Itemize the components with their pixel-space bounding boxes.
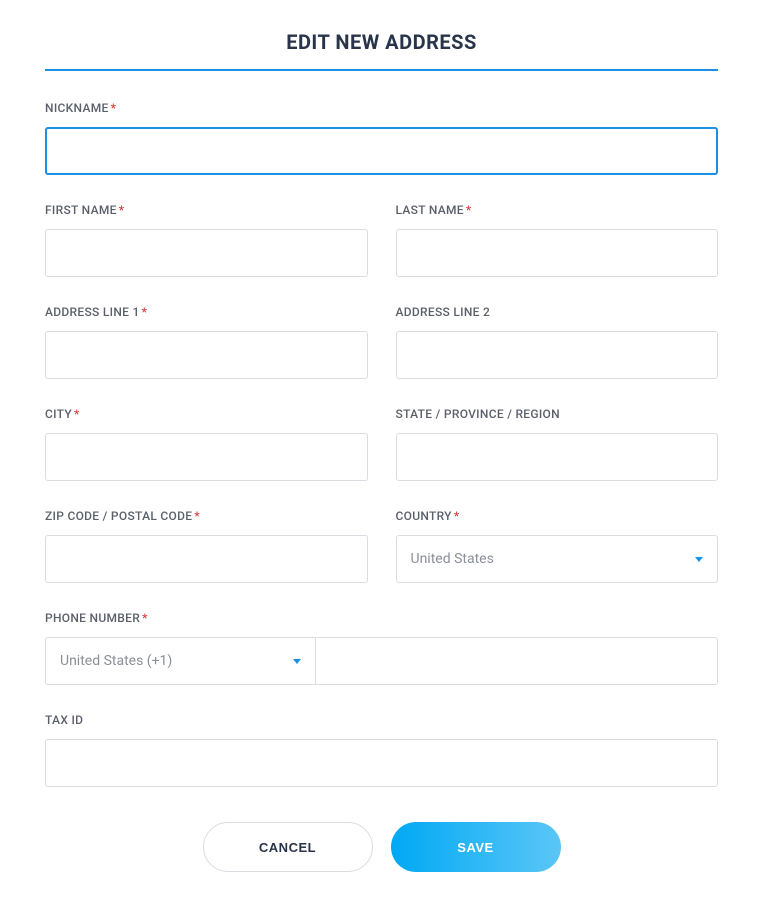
zip-label-text: ZIP CODE / POSTAL CODE	[45, 509, 192, 523]
state-group: STATE / PROVINCE / REGION	[396, 407, 719, 481]
phone-label: PHONE NUMBER*	[45, 611, 718, 625]
required-star: *	[111, 101, 117, 115]
country-label-text: COUNTRY	[396, 509, 452, 523]
country-label: COUNTRY*	[396, 509, 719, 523]
country-select[interactable]: United States	[396, 535, 719, 583]
first-name-label-text: FIRST NAME	[45, 203, 117, 217]
required-star: *	[142, 611, 148, 625]
zip-group: ZIP CODE / POSTAL CODE*	[45, 509, 368, 583]
save-button[interactable]: SAVE	[391, 822, 561, 872]
address1-label-text: ADDRESS LINE 1	[45, 305, 140, 319]
country-group: COUNTRY* United States	[396, 509, 719, 583]
chevron-down-icon	[293, 659, 301, 664]
phone-label-text: PHONE NUMBER	[45, 611, 140, 625]
zip-input[interactable]	[45, 535, 368, 583]
state-label: STATE / PROVINCE / REGION	[396, 407, 719, 421]
last-name-label-text: LAST NAME	[396, 203, 464, 217]
button-row: CANCEL SAVE	[45, 822, 718, 872]
first-name-input[interactable]	[45, 229, 368, 277]
address2-label: ADDRESS LINE 2	[396, 305, 719, 319]
phone-code-select[interactable]: United States (+1)	[45, 637, 315, 685]
cancel-button[interactable]: CANCEL	[203, 822, 373, 872]
phone-input[interactable]	[315, 637, 718, 685]
last-name-input[interactable]	[396, 229, 719, 277]
tax-id-label-text: TAX ID	[45, 713, 83, 727]
zip-label: ZIP CODE / POSTAL CODE*	[45, 509, 368, 523]
nickname-label-text: NICKNAME	[45, 101, 109, 115]
last-name-label: LAST NAME*	[396, 203, 719, 217]
address2-group: ADDRESS LINE 2	[396, 305, 719, 379]
address2-input[interactable]	[396, 331, 719, 379]
first-name-label: FIRST NAME*	[45, 203, 368, 217]
address-form: EDIT NEW ADDRESS NICKNAME* FIRST NAME* L…	[45, 30, 718, 872]
state-input[interactable]	[396, 433, 719, 481]
address1-input[interactable]	[45, 331, 368, 379]
required-star: *	[74, 407, 80, 421]
tax-id-group: TAX ID	[45, 713, 718, 787]
required-star: *	[454, 509, 460, 523]
nickname-input[interactable]	[45, 127, 718, 175]
state-label-text: STATE / PROVINCE / REGION	[396, 407, 560, 421]
nickname-label: NICKNAME*	[45, 101, 718, 115]
city-label: CITY*	[45, 407, 368, 421]
address1-label: ADDRESS LINE 1*	[45, 305, 368, 319]
city-group: CITY*	[45, 407, 368, 481]
required-star: *	[194, 509, 200, 523]
required-star: *	[119, 203, 125, 217]
country-selected-value: United States	[411, 551, 494, 567]
city-label-text: CITY	[45, 407, 72, 421]
city-input[interactable]	[45, 433, 368, 481]
chevron-down-icon	[695, 557, 703, 562]
address1-group: ADDRESS LINE 1*	[45, 305, 368, 379]
address2-label-text: ADDRESS LINE 2	[396, 305, 491, 319]
required-star: *	[466, 203, 472, 217]
phone-row: United States (+1)	[45, 637, 718, 685]
required-star: *	[142, 305, 148, 319]
first-name-group: FIRST NAME*	[45, 203, 368, 277]
nickname-group: NICKNAME*	[45, 101, 718, 175]
tax-id-input[interactable]	[45, 739, 718, 787]
phone-group: PHONE NUMBER* United States (+1)	[45, 611, 718, 685]
form-title: EDIT NEW ADDRESS	[45, 30, 718, 71]
last-name-group: LAST NAME*	[396, 203, 719, 277]
phone-code-selected-value: United States (+1)	[60, 653, 172, 669]
tax-id-label: TAX ID	[45, 713, 718, 727]
